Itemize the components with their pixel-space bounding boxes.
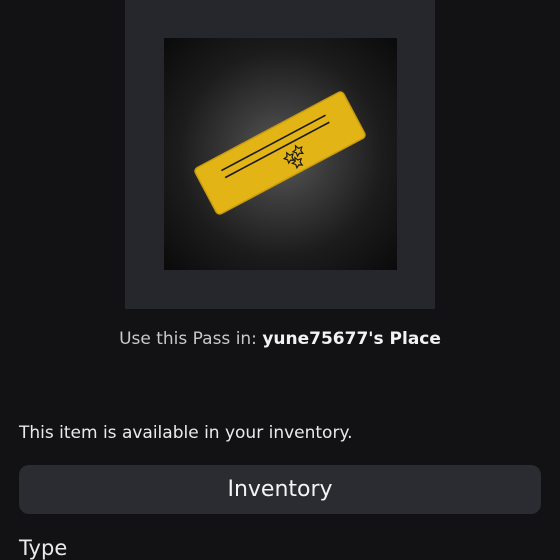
place-usage-line: Use this Pass in: yune75677's Place <box>0 328 560 350</box>
place-name-link[interactable]: yune75677's Place <box>262 329 441 349</box>
item-thumbnail <box>164 38 397 270</box>
gold-pass-ticket-icon <box>194 91 366 215</box>
item-thumbnail-card <box>125 0 435 309</box>
place-usage-prefix: Use this Pass in: <box>119 329 263 349</box>
type-heading: Type <box>19 536 68 560</box>
item-details-page: Use this Pass in: yune75677's Place This… <box>0 0 560 560</box>
inventory-button[interactable]: Inventory <box>19 465 541 514</box>
ownership-status-text: This item is available in your inventory… <box>19 423 353 443</box>
